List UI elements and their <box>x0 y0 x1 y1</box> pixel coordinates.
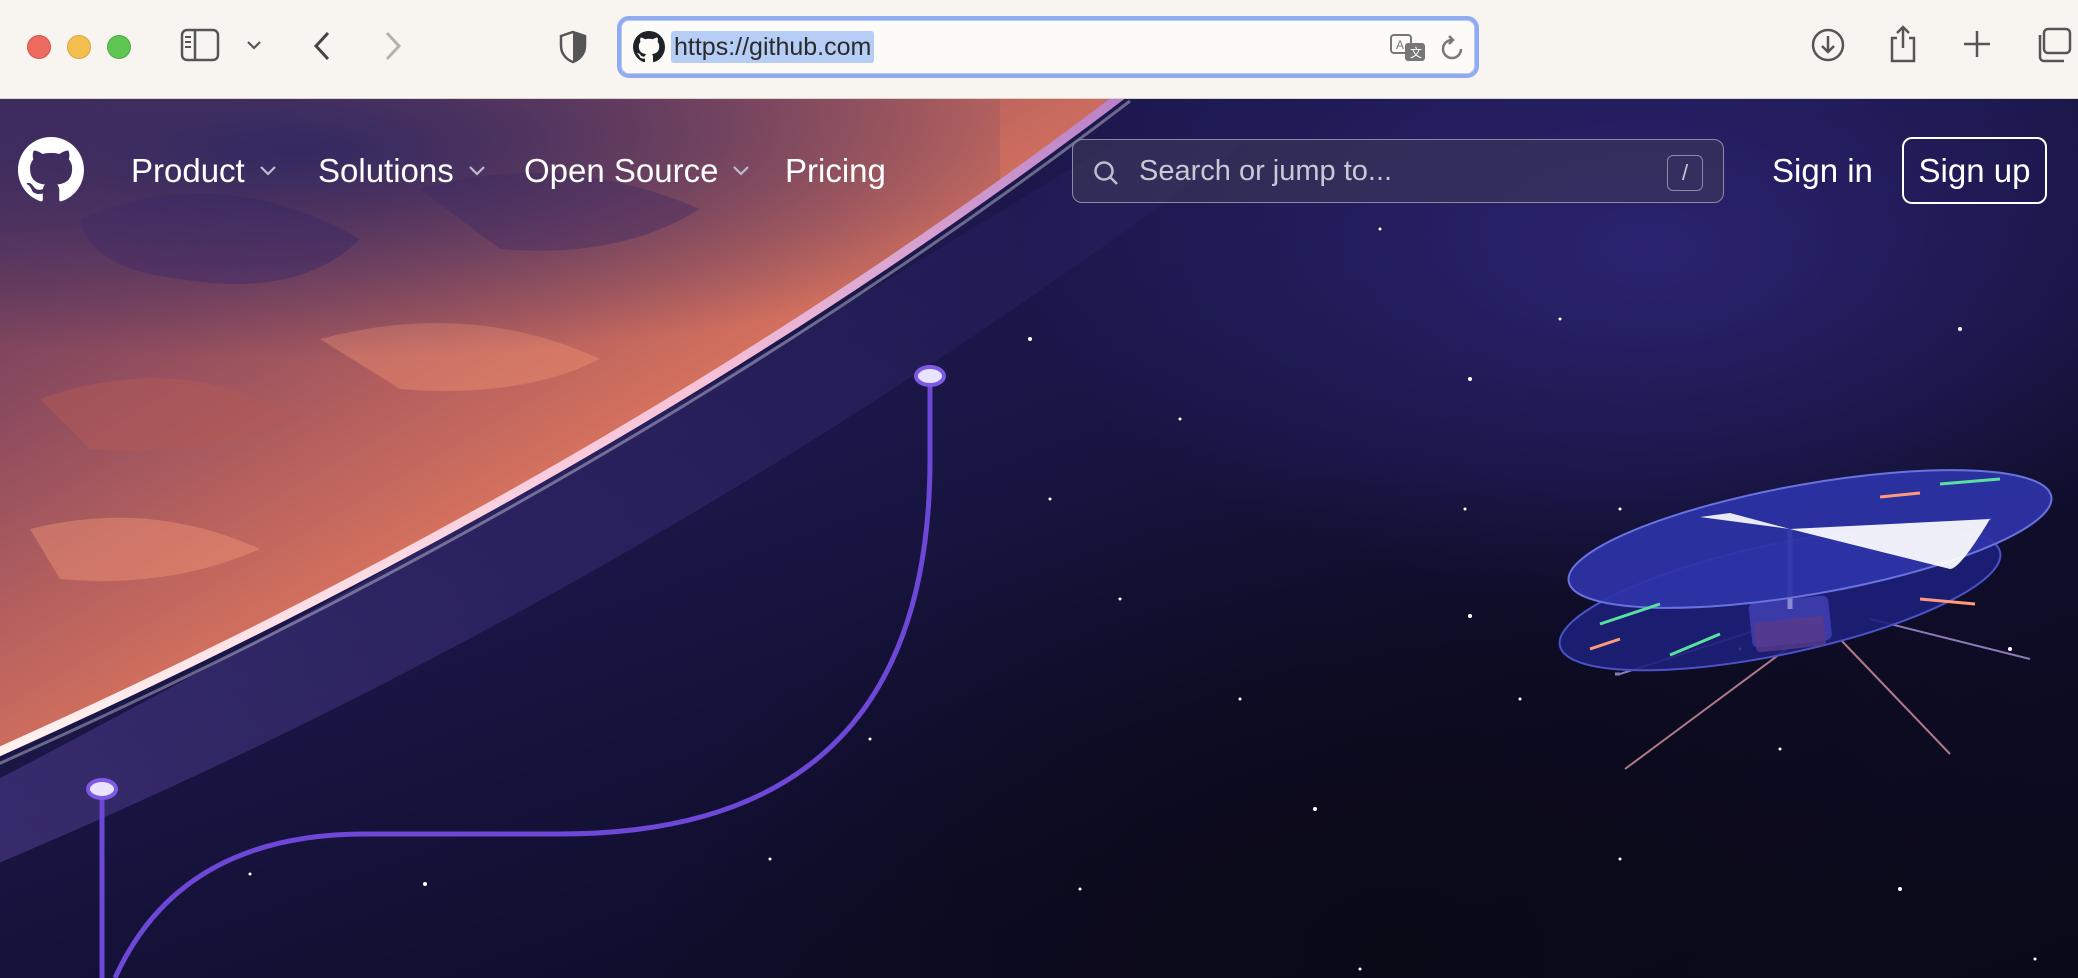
svg-text:A: A <box>1396 38 1404 52</box>
chevron-down-icon[interactable] <box>246 39 262 51</box>
chevron-down-icon <box>468 166 485 176</box>
minimize-window-button[interactable] <box>67 35 91 59</box>
chevron-right-icon[interactable] <box>383 30 403 62</box>
search-shortcut-key: / <box>1667 155 1703 191</box>
sign-in-link[interactable]: Sign in <box>1772 147 1873 195</box>
sign-up-button[interactable]: Sign up <box>1902 137 2047 204</box>
shield-icon[interactable] <box>558 30 588 64</box>
sidebar-icon[interactable] <box>180 28 220 62</box>
address-bar[interactable]: https://github.com A文 <box>617 16 1479 78</box>
share-icon[interactable] <box>1888 24 1918 64</box>
zoom-window-button[interactable] <box>107 35 131 59</box>
path-node <box>86 778 118 800</box>
reload-icon[interactable] <box>1439 34 1465 67</box>
nav-solutions[interactable]: Solutions <box>318 147 486 195</box>
plus-icon[interactable] <box>1962 29 1992 59</box>
close-window-button[interactable] <box>27 35 51 59</box>
nav-open-source[interactable]: Open Source <box>524 147 750 195</box>
nav-solutions-label: Solutions <box>318 152 454 189</box>
download-icon[interactable] <box>1810 27 1846 63</box>
github-icon <box>633 31 665 63</box>
search-input[interactable]: Search or jump to... / <box>1072 139 1724 203</box>
site-header: Product Solutions Open Source Pricing Se… <box>0 99 2078 244</box>
chevron-down-icon <box>733 166 750 176</box>
nav-product[interactable]: Product <box>131 147 277 195</box>
nav-open-source-label: Open Source <box>524 152 719 189</box>
chevron-left-icon[interactable] <box>312 30 332 62</box>
translate-icon[interactable]: A文 <box>1389 33 1429 68</box>
tabs-overview-icon[interactable] <box>2034 27 2072 63</box>
path-node <box>914 365 946 387</box>
nav-pricing-label: Pricing <box>785 152 886 189</box>
nav-product-label: Product <box>131 152 245 189</box>
browser-toolbar: https://github.com A文 <box>0 0 2078 99</box>
svg-text:文: 文 <box>1410 45 1422 60</box>
nav-pricing[interactable]: Pricing <box>785 147 886 195</box>
github-logo-icon[interactable] <box>18 137 84 203</box>
search-placeholder: Search or jump to... <box>1139 155 1393 187</box>
url-text[interactable]: https://github.com <box>671 31 875 63</box>
helicopter-illustration <box>1558 469 2053 770</box>
search-icon <box>1094 161 1118 185</box>
chevron-down-icon <box>259 166 276 176</box>
